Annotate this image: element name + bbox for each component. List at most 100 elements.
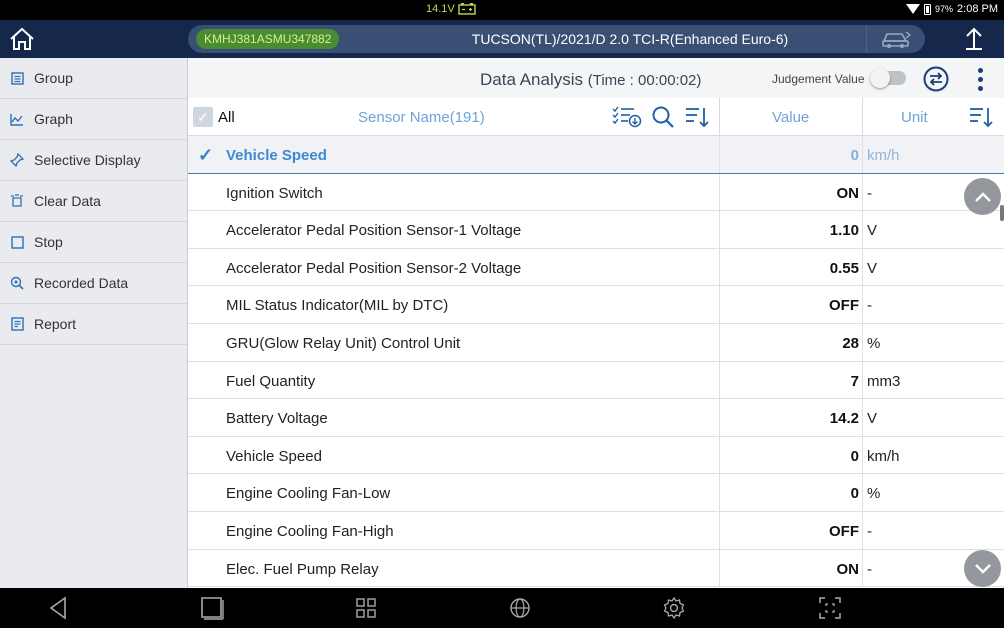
sidebar-item-label: Selective Display: [34, 152, 141, 168]
filter-list-button[interactable]: [612, 105, 642, 129]
table-row[interactable]: Elec. Fuel Pump Relay ON -: [188, 549, 1004, 588]
cell-divider: [862, 511, 863, 549]
sidebar-item-label: Clear Data: [34, 193, 101, 209]
unit-header: Unit: [901, 109, 928, 126]
back-button[interactable]: [38, 593, 78, 623]
battery-percent: 97%: [935, 4, 954, 14]
sensor-value: OFF: [829, 297, 859, 315]
toggle-knob: [870, 68, 890, 88]
table-row[interactable]: Ignition Switch ON -: [188, 173, 1004, 212]
cell-divider: [862, 286, 863, 323]
sensor-name: MIL Status Indicator(MIL by DTC): [226, 297, 449, 315]
sort-unit-button[interactable]: [966, 105, 996, 129]
back-icon: [49, 596, 66, 620]
home-square-icon: [201, 597, 224, 620]
home-button[interactable]: [0, 20, 44, 58]
title-bar: Data Analysis (Time : 00:00:02) Judgemen…: [188, 58, 1004, 98]
chevron-up-icon: [974, 191, 991, 202]
table-row[interactable]: ✓ Vehicle Speed 0 km/h: [188, 136, 1004, 174]
sensor-unit: -: [867, 297, 872, 315]
sidebar-item-group[interactable]: Group: [0, 58, 187, 99]
sensor-unit: mm3: [867, 372, 901, 390]
sidebar-item-label: Report: [34, 316, 77, 332]
table-row[interactable]: Engine Cooling Fan-High OFF -: [188, 511, 1004, 550]
table-row[interactable]: Battery Voltage 14.2 V: [188, 399, 1004, 437]
sidebar-item-recorded-data[interactable]: Recorded Data: [0, 263, 187, 304]
screenshot-button[interactable]: [810, 593, 850, 623]
vehicle-button[interactable]: [866, 25, 925, 53]
clear-icon: [10, 194, 24, 208]
table-row[interactable]: MIL Status Indicator(MIL by DTC) OFF -: [188, 286, 1004, 324]
sensor-unit: -: [867, 184, 872, 202]
sidebar-item-selective-display[interactable]: Selective Display: [0, 140, 187, 181]
sidebar-item-report[interactable]: Report: [0, 304, 187, 345]
cell-divider: [862, 549, 863, 587]
more-options-button[interactable]: [968, 64, 992, 94]
arrow-up-icon: [966, 27, 982, 50]
scroll-down-button[interactable]: [964, 550, 1001, 587]
search-button[interactable]: [648, 105, 678, 129]
table-row[interactable]: Vehicle Speed 0 km/h: [188, 436, 1004, 475]
sensor-table: ✓ Vehicle Speed 0 km/h Ignition Switch O…: [188, 136, 1004, 588]
vin-badge: KMHJ381ASMU347882: [196, 29, 340, 49]
search-icon: [652, 106, 674, 128]
cell-divider: [862, 436, 863, 474]
sensor-name: Accelerator Pedal Position Sensor-1 Volt…: [226, 222, 522, 240]
table-row[interactable]: Fuel Quantity 7 mm3: [188, 361, 1004, 400]
sort-name-button[interactable]: [682, 105, 712, 129]
battery-icon: [924, 3, 932, 15]
car-icon: [882, 31, 912, 48]
more-dot: [977, 85, 983, 91]
more-dot: [977, 67, 983, 73]
select-all-label: All: [218, 109, 235, 126]
table-row[interactable]: GRU(Glow Relay Unit) Control Unit 28 %: [188, 323, 1004, 362]
sensor-value: 7: [850, 372, 859, 390]
table-row[interactable]: Engine Cooling Fan-Low 0 %: [188, 474, 1004, 512]
sensor-name: Engine Cooling Fan-High: [226, 522, 394, 540]
scrollbar[interactable]: [1000, 205, 1004, 221]
value-header: Value: [772, 109, 810, 126]
sensor-name-header[interactable]: Sensor Name(191): [358, 109, 485, 126]
sensor-unit: km/h: [867, 447, 900, 465]
sensor-unit: %: [867, 485, 881, 503]
voltage-indicator: 14.1V: [426, 3, 476, 15]
pin-icon: [10, 153, 24, 167]
sensor-unit: %: [867, 334, 881, 352]
judgement-value-toggle[interactable]: [870, 68, 906, 88]
column-divider: [719, 98, 720, 136]
more-dot: [977, 76, 983, 82]
recents-button[interactable]: [346, 593, 386, 623]
sensor-value: 1.10: [829, 222, 859, 240]
sensor-value: 0: [850, 447, 859, 465]
sort-icon: [970, 108, 993, 128]
sidebar-item-graph[interactable]: Graph: [0, 99, 187, 140]
cell-divider: [862, 173, 863, 211]
cell-divider: [862, 248, 863, 286]
home-nav-button[interactable]: [192, 593, 232, 623]
select-all-checkbox[interactable]: ✓: [193, 107, 213, 127]
sort-icon: [686, 108, 709, 128]
sensor-value: 0.55: [829, 259, 859, 277]
table-row[interactable]: Accelerator Pedal Position Sensor-2 Volt…: [188, 248, 1004, 287]
swap-button[interactable]: [921, 66, 951, 92]
sensor-unit: km/h: [867, 147, 900, 164]
table-row[interactable]: Accelerator Pedal Position Sensor-1 Volt…: [188, 211, 1004, 249]
scroll-up-button[interactable]: [964, 178, 1001, 215]
car-battery-icon: [458, 3, 476, 15]
sensor-value: ON: [836, 560, 860, 578]
sensor-name: Vehicle Speed: [226, 447, 322, 465]
sidebar-item-stop[interactable]: Stop: [0, 222, 187, 263]
swap-icon: [923, 66, 949, 92]
navigation-bar: [0, 588, 1004, 628]
sensor-unit: V: [867, 259, 878, 277]
gear-icon: [663, 596, 685, 620]
upload-button[interactable]: [950, 20, 998, 58]
sensor-name: Ignition Switch: [226, 184, 323, 202]
sidebar-item-label: Stop: [34, 234, 63, 250]
column-divider: [862, 98, 863, 136]
settings-button[interactable]: [654, 593, 694, 623]
graph-icon: [10, 112, 24, 126]
sidebar-item-clear-data[interactable]: Clear Data: [0, 181, 187, 222]
chevron-down-icon: [974, 563, 991, 574]
browser-button[interactable]: [500, 593, 540, 623]
